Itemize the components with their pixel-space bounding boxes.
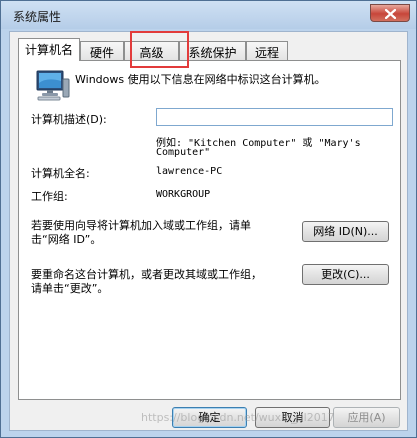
workgroup-value: WORKGROUP <box>156 189 211 200</box>
close-button[interactable] <box>370 4 410 22</box>
network-id-text-line2: 击“网络 ID”。 <box>31 233 102 246</box>
computer-description-input[interactable] <box>156 108 393 126</box>
full-name-label: 计算机全名: <box>31 167 90 180</box>
computer-icon <box>36 70 70 101</box>
change-button[interactable]: 更改(C)... <box>302 264 389 285</box>
system-properties-window: 系统属性 计算机名 硬件 高级 系统保护 远程 Windows 使用以下信息在网… <box>0 0 417 438</box>
intro-text: Windows 使用以下信息在网络中标识这台计算机。 <box>75 73 326 86</box>
description-label: 计算机描述(D): <box>31 113 107 126</box>
dialog-client-area: 计算机名 硬件 高级 系统保护 远程 Windows 使用以下信息在网络中标识这… <box>9 31 408 431</box>
workgroup-label: 工作组: <box>31 190 68 203</box>
title-bar[interactable]: 系统属性 <box>1 1 416 29</box>
tab-system-protection[interactable]: 系统保护 <box>179 41 246 60</box>
tab-hardware[interactable]: 硬件 <box>80 41 124 60</box>
window-title: 系统属性 <box>13 10 62 24</box>
close-icon <box>385 9 396 19</box>
tab-label: 远程 <box>254 46 279 60</box>
computer-name-panel: Windows 使用以下信息在网络中标识这台计算机。 计算机描述(D): 例如:… <box>18 60 401 400</box>
tab-label: 系统保护 <box>188 46 237 60</box>
watermark-text: https://blog.csdn.net/wuxin_dl2017 <box>141 411 335 424</box>
tab-computer-name[interactable]: 计算机名 <box>18 38 80 61</box>
network-id-button[interactable]: 网络 ID(N)... <box>302 221 389 242</box>
tab-label: 硬件 <box>89 46 114 60</box>
apply-button[interactable]: 应用(A) <box>333 407 400 428</box>
tab-remote[interactable]: 远程 <box>246 41 288 60</box>
annotation-highlight-box <box>130 31 189 68</box>
full-name-value: lawrence-PC <box>156 166 223 177</box>
example-text-line2: Computer" <box>156 147 211 158</box>
rename-text-line2: 请单击“更改”。 <box>31 282 109 295</box>
tab-label: 计算机名 <box>24 43 73 57</box>
